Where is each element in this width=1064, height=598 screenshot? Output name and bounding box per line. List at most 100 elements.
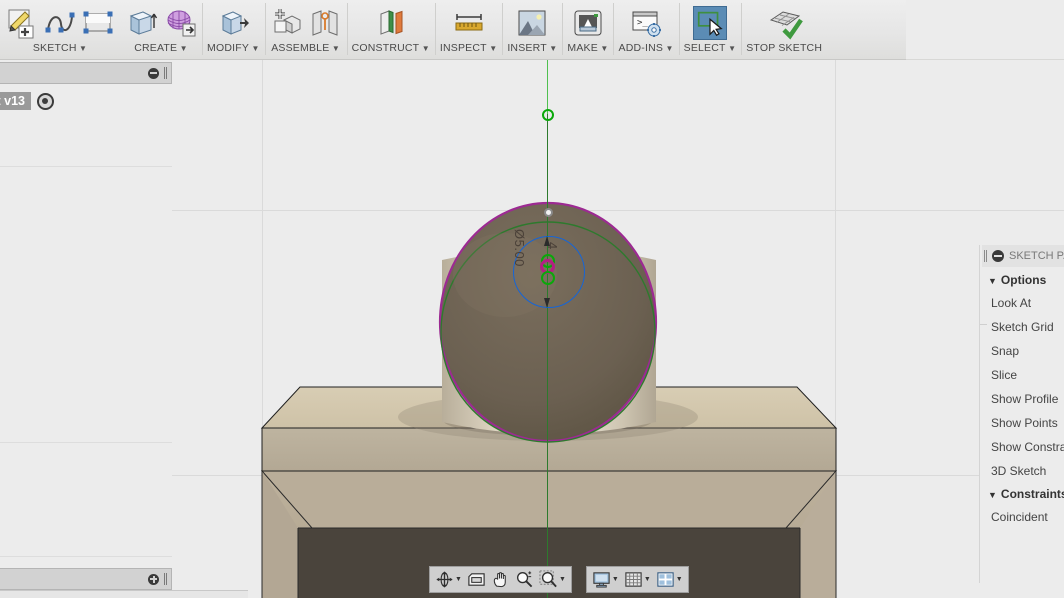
sketch-palette-option-sketch-grid[interactable]: Sketch Grid	[980, 315, 1064, 339]
toolbar-group-create-label[interactable]: CREATE ▼	[134, 40, 188, 55]
3d-print-icon[interactable]	[571, 6, 605, 40]
chevron-down-icon[interactable]: ▼	[644, 576, 651, 583]
view-navigation-bar: ▼ ▼ ▼ ▼ ▼	[429, 566, 689, 593]
insert-image-icon[interactable]	[515, 6, 549, 40]
navbar-group-display: ▼ ▼ ▼	[585, 566, 689, 593]
grid-snaps-button[interactable]: ▼	[622, 568, 653, 591]
orbit-button[interactable]: ▼	[433, 568, 464, 591]
toolbar-group-insert-label[interactable]: INSERT ▼	[507, 40, 557, 55]
navbar-group-view: ▼ ▼	[429, 566, 572, 593]
chevron-down-icon: ▼	[988, 276, 997, 286]
toolbar-group-create: CREATE ▼	[120, 0, 202, 59]
sketch-palette-header[interactable]: SKETCH PA	[982, 245, 1064, 267]
sketch-palette-section-constraints[interactable]: ▼ Constraints	[980, 483, 1064, 505]
chevron-down-icon: ▼	[329, 44, 340, 53]
label-text: CREATE	[134, 42, 178, 54]
browser-divider	[0, 442, 172, 443]
measure-icon[interactable]	[452, 6, 486, 40]
toolbar-group-sketch-label[interactable]: SKETCH ▼	[33, 40, 87, 55]
sketch-palette-title: SKETCH PA	[1009, 250, 1064, 262]
view-face-icon	[468, 573, 485, 586]
sketch-palette-option-show-points[interactable]: Show Points	[980, 411, 1064, 435]
grip-icon[interactable]	[984, 250, 987, 262]
sketch-palette-constraint-coincident[interactable]: Coincident	[980, 505, 1064, 529]
label-text: STOP SKETCH	[746, 42, 823, 54]
select-window-icon[interactable]	[692, 6, 727, 40]
sketch-palette-panel: SKETCH PA ▼Options Look At Sketch Grid S…	[979, 245, 1064, 583]
browser-panel-footer[interactable]	[0, 568, 172, 590]
offset-plane-icon[interactable]	[374, 6, 408, 40]
sketch-palette-option-snap[interactable]: Snap	[980, 339, 1064, 363]
chevron-down-icon: ▼	[419, 44, 430, 53]
press-pull-icon[interactable]	[216, 6, 250, 40]
create-form-icon[interactable]	[163, 6, 197, 40]
stop-sketch-icon[interactable]	[767, 6, 804, 40]
label-text: CONSTRUCT	[351, 42, 420, 54]
extrude-icon[interactable]	[125, 6, 159, 40]
eye-icon[interactable]	[36, 92, 54, 110]
display-settings-button[interactable]: ▼	[590, 568, 621, 591]
chevron-down-icon[interactable]: ▼	[612, 576, 619, 583]
browser-panel: ctables Robot v13 nt Settings Views gin …	[0, 60, 172, 598]
toolbar-right-filler	[906, 0, 1064, 60]
grip-icon[interactable]	[164, 573, 167, 585]
grid-snaps-icon	[625, 572, 642, 587]
label-text: ASSEMBLE	[271, 42, 330, 54]
dimension-center-point[interactable]	[544, 208, 553, 217]
toolbar-group-addins: >_ ADD-INS ▼	[613, 0, 678, 59]
toolbar-group-assemble-label[interactable]: ASSEMBLE ▼	[271, 40, 340, 55]
collapse-icon[interactable]	[992, 250, 1004, 262]
grip-icon[interactable]	[164, 67, 167, 79]
sketch-palette-option-slice[interactable]: Slice	[980, 363, 1064, 387]
sketch-create-icon[interactable]	[5, 6, 39, 40]
label-text: INSPECT	[439, 42, 487, 54]
collapse-icon[interactable]	[148, 67, 159, 79]
sketch-palette-section-options[interactable]: ▼ Options	[980, 269, 1064, 291]
zoom-button[interactable]	[513, 568, 536, 591]
toolbar-group-assemble: ASSEMBLE ▼	[264, 0, 347, 59]
spline-icon[interactable]	[43, 6, 77, 40]
sketch-palette-option-show-constraints[interactable]: Show Constrai	[980, 435, 1064, 459]
svg-text:>_: >_	[637, 18, 648, 28]
joint-icon[interactable]	[308, 6, 342, 40]
rectangle-icon[interactable]	[81, 6, 115, 40]
origin-point[interactable]	[542, 109, 554, 121]
sketch-palette-option-3d-sketch[interactable]: 3D Sketch	[980, 459, 1064, 483]
pan-button[interactable]	[489, 568, 512, 591]
label-text: SELECT	[683, 42, 726, 54]
browser-root-item[interactable]: ctables Robot v13	[0, 92, 54, 110]
new-component-icon[interactable]	[270, 6, 304, 40]
toolbar-group-addins-label[interactable]: ADD-INS ▼	[618, 40, 673, 55]
vertical-construction-line[interactable]	[547, 60, 548, 598]
toolbar-group-stop-sketch: STOP SKETCH	[741, 0, 827, 59]
label-text: MODIFY	[207, 42, 250, 54]
viewports-button[interactable]: ▼	[654, 568, 685, 591]
section-label: Constraints	[1000, 487, 1064, 501]
toolbar-group-inspect-label[interactable]: INSPECT ▼	[440, 40, 497, 55]
toolbar-group-stop-sketch-label[interactable]: STOP SKETCH	[746, 40, 822, 55]
dimension-value-text[interactable]: Ø5.00	[512, 229, 527, 267]
chevron-down-icon[interactable]: ▼	[559, 576, 566, 583]
chevron-down-icon: ▼	[988, 490, 997, 500]
chevron-down-icon[interactable]: ▼	[455, 576, 462, 583]
3d-viewport[interactable]: Ø5.00 4 ctables Robot v13 nt Settings Vi…	[0, 60, 1064, 598]
fusion360-window: SKETCH ▼ CREATE ▼ MODIFY ▼ ASSEMBLE ▼ CO…	[0, 0, 1064, 598]
expand-icon[interactable]	[148, 573, 159, 585]
scripts-addins-icon[interactable]: >_	[629, 6, 663, 40]
chevron-down-icon[interactable]: ▼	[676, 576, 683, 583]
zoom-window-button[interactable]: ▼	[537, 568, 568, 591]
sketch-point[interactable]	[541, 271, 555, 285]
toolbar-group-modify-label[interactable]: MODIFY ▼	[207, 40, 260, 55]
toolbar-group-select-label[interactable]: SELECT ▼	[684, 40, 737, 55]
chevron-down-icon: ▼	[76, 44, 88, 53]
chevron-down-icon: ▼	[597, 44, 609, 53]
view-face-button[interactable]	[465, 568, 488, 591]
sketch-palette-option-show-profile[interactable]: Show Profile	[980, 387, 1064, 411]
sketch-palette-option-look-at[interactable]: Look At	[980, 291, 1064, 315]
toolbar-group-inspect: INSPECT ▼	[434, 0, 502, 59]
chevron-down-icon: ▼	[663, 44, 674, 53]
toolbar-group-select: SELECT ▼	[678, 0, 742, 59]
toolbar-group-make-label[interactable]: MAKE ▼	[567, 40, 608, 55]
browser-panel-header[interactable]	[0, 62, 172, 84]
toolbar-group-construct-label[interactable]: CONSTRUCT ▼	[352, 40, 430, 55]
